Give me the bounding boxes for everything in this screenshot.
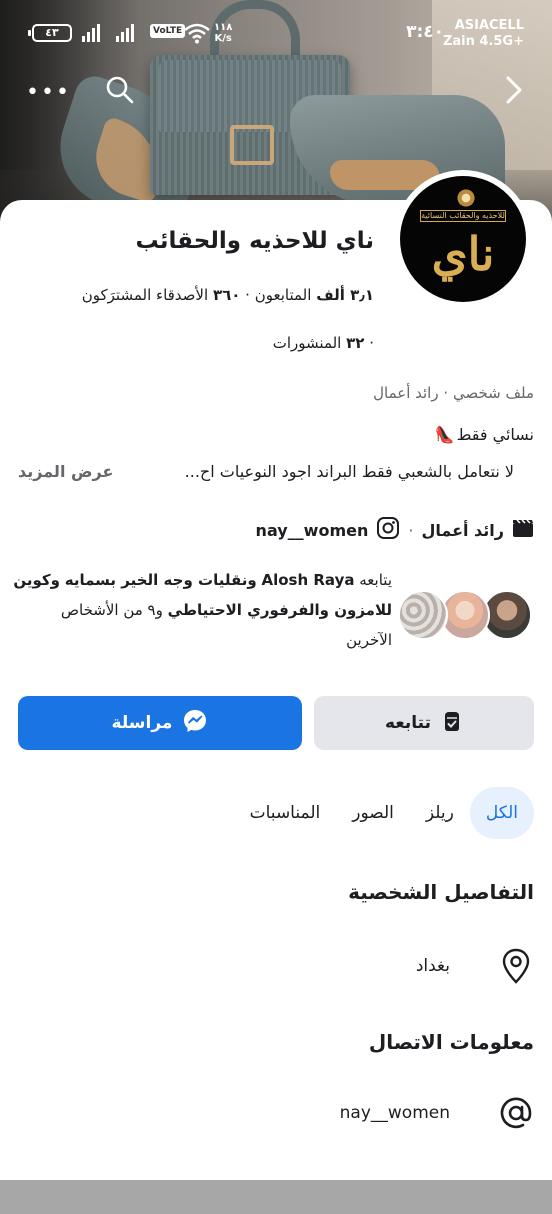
- following-label[interactable]: الأصدقاء المشترَكون: [82, 286, 208, 304]
- mutual-avatars: [398, 590, 534, 640]
- contact-instagram-row[interactable]: nay__women: [340, 1091, 534, 1135]
- following-button[interactable]: تتابعه: [314, 696, 534, 750]
- profile-stats: ٣٫١ ألف المتابعون · ٣٦٠ الأصدقاء المشترَ…: [81, 286, 374, 304]
- location-pin-icon: [498, 948, 534, 984]
- avatar-tagline: للاحذيه والحقائب النسائية: [420, 210, 506, 222]
- mutual-followers-text: يتابعه Alosh Raya ونقليات وجه الخير بسما…: [13, 571, 392, 649]
- carrier-info: ASIACELL Zain 4.5G+: [442, 18, 524, 49]
- tab-all[interactable]: الكل: [469, 787, 534, 839]
- mutual-name-1: Alosh Raya: [261, 571, 355, 589]
- at-sign-icon: [498, 1095, 534, 1131]
- message-button[interactable]: مراسلة: [18, 696, 302, 750]
- instagram-link[interactable]: nay__women: [256, 521, 369, 540]
- profile-avatar[interactable]: للاحذيه والحقائب النسائية ناي: [394, 170, 532, 308]
- tab-reels[interactable]: ريلز: [410, 787, 470, 839]
- signal-icon: [82, 22, 100, 42]
- tab-photos[interactable]: الصور: [336, 787, 410, 839]
- high-heel-icon: 👠: [434, 425, 455, 444]
- status-bar: ٤٣ VoLTE ١١٨ K/s ٣:٤٠ ASIACELL Zain 4.5G…: [0, 0, 552, 64]
- see-more-link[interactable]: عرض المزيد: [18, 462, 113, 481]
- message-button-label: مراسلة: [111, 713, 173, 733]
- mutual-name-2: ونقليات وجه الخير بسمايه: [64, 571, 257, 589]
- contact-info-title: معلومات الاتصال: [368, 1030, 534, 1054]
- location-row: بغداد: [416, 944, 534, 988]
- messenger-icon: [182, 708, 208, 739]
- personal-details-title: التفاصيل الشخصية: [348, 880, 534, 904]
- following-button-label: تتابعه: [385, 713, 431, 733]
- tab-events[interactable]: المناسبات: [234, 787, 337, 839]
- profile-category: رائد أعمال: [373, 384, 439, 402]
- wifi-icon: [184, 22, 210, 48]
- instagram-icon: [376, 516, 400, 544]
- cover-bag-clasp: [230, 125, 274, 165]
- bio-line-2: لا نتعامل بالشعبي فقط البراند اجود النوع…: [184, 462, 514, 481]
- avatar-logo-text: ناي: [431, 227, 495, 281]
- posts-stats: · ٣٢ المنشورات: [272, 334, 374, 352]
- posts-count: ٣٢: [346, 334, 365, 352]
- page-title: ناي للاحذيه والحقائب: [135, 228, 374, 254]
- avatar: [398, 590, 448, 640]
- search-icon: [106, 76, 134, 104]
- signal-icon-2: [116, 22, 134, 42]
- clock: ٣:٤٠: [406, 22, 444, 42]
- location-text: بغداد: [415, 956, 450, 976]
- profile-tabs: الكل ريلز الصور المناسبات: [234, 787, 534, 839]
- flower-icon: [456, 188, 476, 208]
- following-count[interactable]: ٣٦٠: [213, 286, 240, 304]
- profile-type-line: ملف شخصي · رائد أعمال: [373, 384, 534, 402]
- profile-links: رائد أعمال · nay__women: [256, 517, 534, 543]
- back-button[interactable]: [500, 74, 528, 110]
- posts-label: المنشورات: [272, 334, 342, 352]
- search-button[interactable]: [104, 74, 136, 110]
- followers-count[interactable]: ٣٫١ ألف: [316, 286, 374, 304]
- clapper-icon: [512, 518, 534, 542]
- category-link: رائد أعمال: [421, 520, 504, 540]
- network-speed: ١١٨ K/s: [214, 22, 233, 44]
- more-options-button[interactable]: •••: [26, 80, 71, 105]
- bio-text-1: نسائي فقط: [456, 425, 534, 444]
- profile-type: ملف شخصي: [452, 384, 534, 402]
- contact-instagram-text: nay__women: [339, 1103, 450, 1123]
- mutual-followers[interactable]: يتابعه Alosh Raya ونقليات وجه الخير بسما…: [13, 565, 534, 660]
- followers-label[interactable]: المتابعون: [255, 286, 312, 304]
- avatar-logo: للاحذيه والحقائب النسائية ناي: [400, 176, 526, 302]
- bio-line-1: نسائي فقط 👠: [435, 425, 534, 444]
- battery-indicator: ٤٣: [28, 24, 72, 42]
- following-check-icon: [441, 710, 463, 737]
- bottom-overlay: [0, 1180, 552, 1214]
- chevron-right-icon: [506, 76, 522, 104]
- volte-badge: VoLTE: [150, 24, 186, 38]
